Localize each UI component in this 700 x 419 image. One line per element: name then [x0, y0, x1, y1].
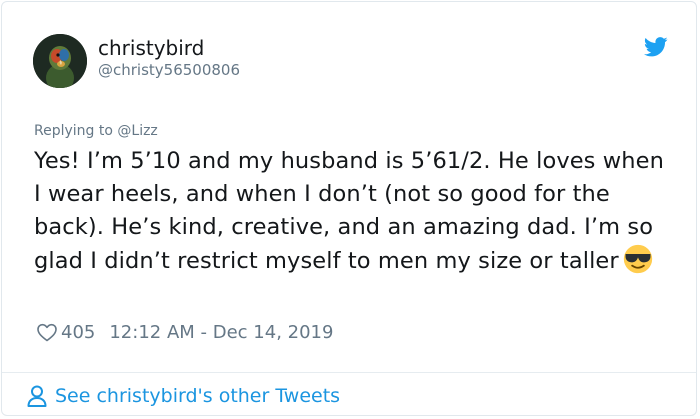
replying-mention-link[interactable]: @Lizz [117, 123, 157, 139]
divider [2, 372, 696, 373]
avatar[interactable] [33, 34, 87, 88]
user-handle[interactable]: @christy56500806 [98, 61, 240, 79]
timestamp[interactable]: 12:12 AM - Dec 14, 2019 [109, 322, 333, 343]
smiling-face-with-sunglasses-icon [623, 244, 652, 274]
parrot-avatar-icon [33, 34, 87, 88]
like-count[interactable]: 405 [61, 322, 95, 343]
see-other-tweets-link[interactable]: See christybird's other Tweets [26, 383, 340, 409]
display-name[interactable]: christybird [98, 36, 204, 60]
tweet-meta: 405 12:12 AM - Dec 14, 2019 [35, 320, 333, 344]
replying-prefix: Replying to [34, 123, 118, 139]
see-other-tweets-label: See christybird's other Tweets [55, 385, 341, 407]
person-icon [27, 385, 47, 407]
heart-icon[interactable] [35, 320, 59, 344]
tweet-text: Yes! I’m 5’10 and my husband is 5’61/2. … [34, 145, 674, 278]
replying-to: Replying to @Lizz [34, 123, 158, 140]
tweet-body: Yes! I’m 5’10 and my husband is 5’61/2. … [34, 148, 664, 274]
twitter-bird-icon[interactable] [644, 36, 668, 58]
tweet-card: christybird @christy56500806 Replying to… [1, 1, 697, 416]
